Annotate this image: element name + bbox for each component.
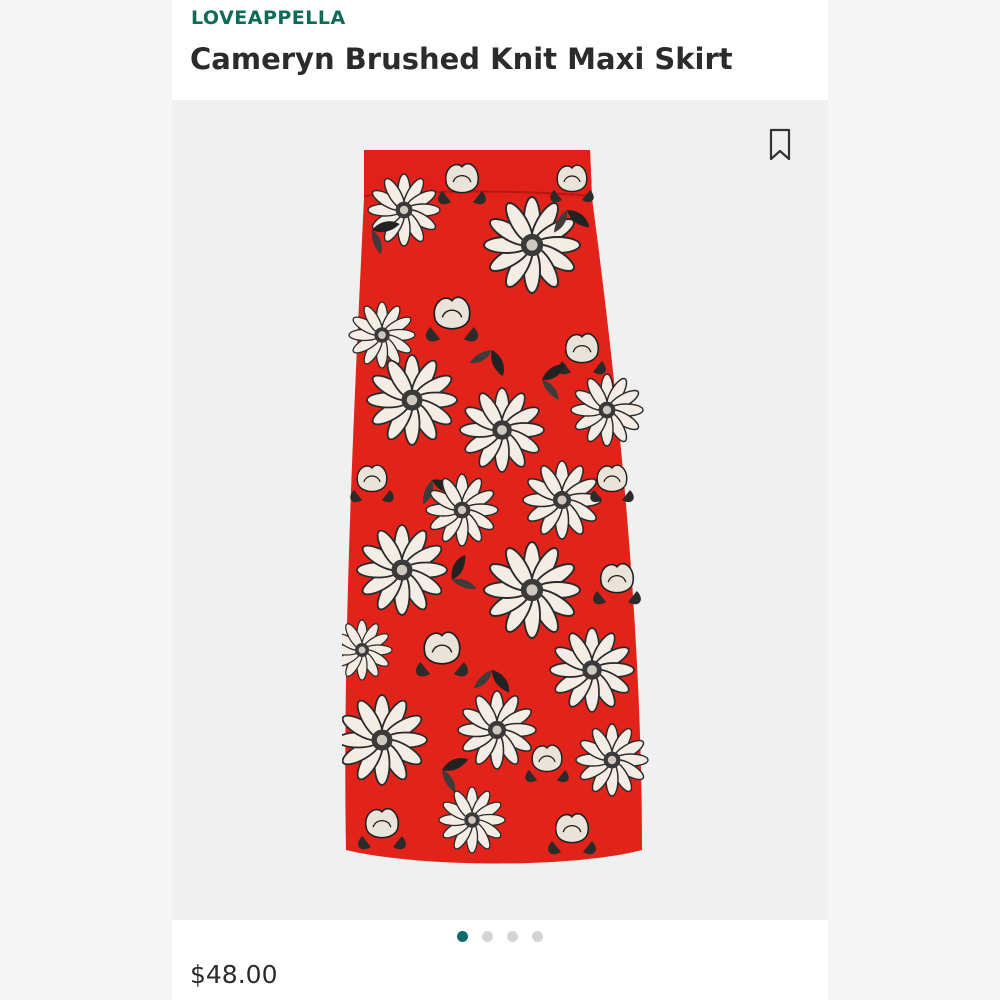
- brand-name[interactable]: LOVEAPPELLA: [191, 7, 346, 29]
- carousel-pagination: [172, 931, 828, 951]
- product-page: LOVEAPPELLA Cameryn Brushed Knit Maxi Sk…: [0, 0, 1000, 1000]
- product-image-carousel[interactable]: [172, 100, 828, 920]
- product-card: LOVEAPPELLA Cameryn Brushed Knit Maxi Sk…: [172, 0, 828, 1000]
- carousel-dot-1[interactable]: [457, 931, 468, 942]
- bookmark-icon[interactable]: [768, 128, 792, 162]
- carousel-dot-3[interactable]: [507, 931, 518, 942]
- right-margin: [828, 0, 1000, 1000]
- carousel-dot-4[interactable]: [532, 931, 543, 942]
- product-price: $48.00: [190, 960, 278, 989]
- product-title: Cameryn Brushed Knit Maxi Skirt: [190, 42, 733, 76]
- product-image: [342, 150, 649, 864]
- carousel-dot-2[interactable]: [482, 931, 493, 942]
- left-margin: [0, 0, 172, 1000]
- product-header: LOVEAPPELLA Cameryn Brushed Knit Maxi Sk…: [172, 0, 828, 100]
